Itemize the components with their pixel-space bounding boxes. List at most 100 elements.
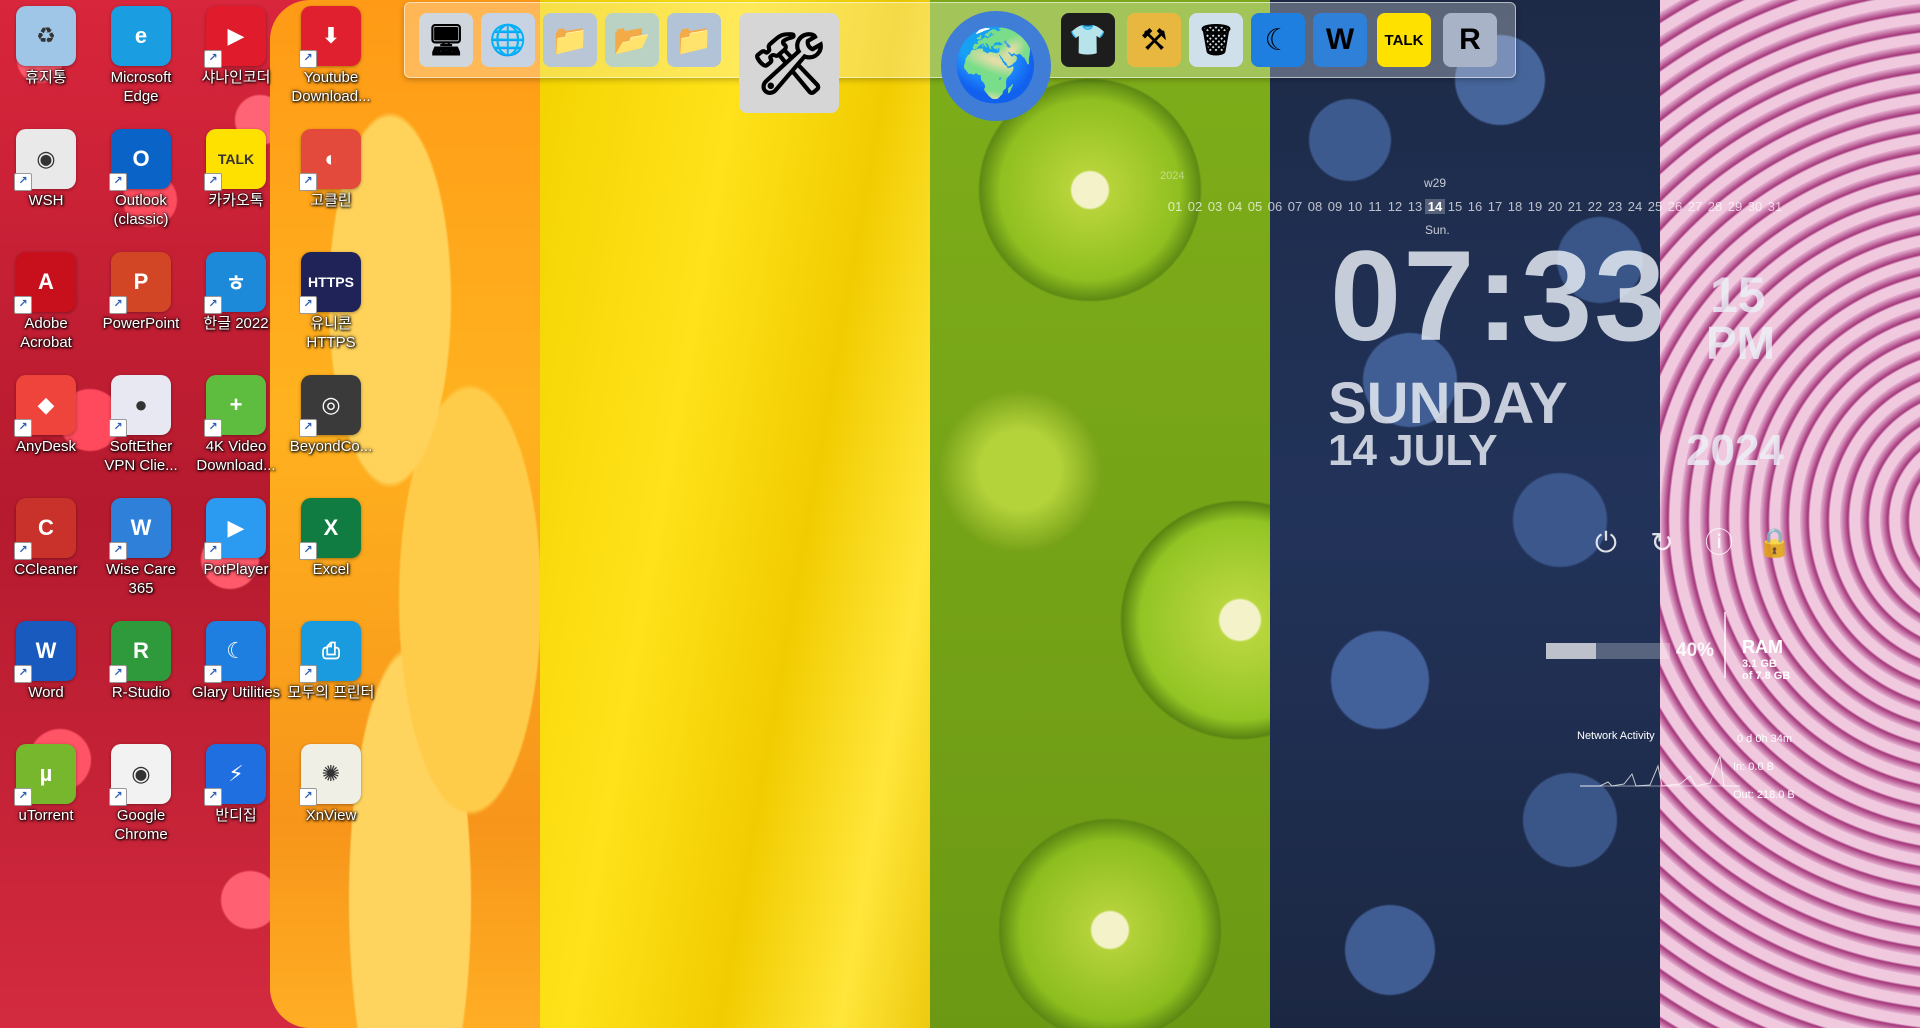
calendar-day: 14: [1425, 199, 1445, 214]
potplayer-icon: ▶ ↗: [204, 498, 266, 560]
chrome-icon: ◉ ↗: [109, 744, 171, 806]
calendar-day: 24: [1627, 199, 1643, 214]
unicorn-https-icon: HTTPS ↗: [299, 252, 361, 314]
calendar-day: 19: [1527, 199, 1543, 214]
desktop-icon[interactable]: ♻ 휴지통: [0, 0, 92, 87]
calendar-day: 11: [1368, 199, 1382, 214]
shortcut-arrow-icon: ↗: [109, 788, 127, 806]
desktop-icon[interactable]: P ↗ PowerPoint: [95, 246, 187, 333]
desktop-icon[interactable]: C ↗ CCleaner: [0, 492, 92, 579]
wallpaper-onion: [1660, 0, 1920, 1028]
desktop-icon[interactable]: W ↗ Word: [0, 615, 92, 702]
shortcut-arrow-icon: ↗: [299, 419, 317, 437]
desktop-icon-label: SoftEther VPN Clie...: [104, 438, 178, 474]
desktop-icon[interactable]: µ ↗ uTorrent: [0, 738, 92, 825]
desktop-icon-label: 유니콘 HTTPS: [306, 315, 356, 351]
desktop-icon[interactable]: R ↗ R-Studio: [95, 615, 187, 702]
lock-icon[interactable]: 🔒: [1757, 526, 1792, 560]
desktop-icon[interactable]: ☾ ↗ Glary Utilities: [190, 615, 282, 702]
desktop-icon[interactable]: ✺ ↗ XnView: [285, 738, 377, 825]
desktop-icon[interactable]: ◉ ↗ Google Chrome: [95, 738, 187, 844]
desktop-icon[interactable]: + ↗ 4K Video Download...: [190, 369, 282, 475]
desktop-icon-label: WSH: [28, 192, 64, 209]
wallpaper-yellow-fruit: [540, 0, 960, 1028]
desktop-icon[interactable]: ◐ ↗ 고클린: [285, 123, 377, 210]
restart-icon[interactable]: ↻: [1645, 526, 1679, 560]
glary-utilities-icon: ☾ ↗: [204, 621, 266, 683]
desktop-icon-label: Youtube Download...: [291, 69, 371, 105]
ram-usage-fill: [1546, 643, 1596, 659]
desktop-icon[interactable]: ◉ ↗ WSH: [0, 123, 92, 210]
desktop-icon[interactable]: X ↗ Excel: [285, 492, 377, 579]
calendar-year: 2024: [1160, 170, 1185, 182]
glary-utilities-icon[interactable]: ☾: [1251, 13, 1305, 67]
desktop-icon-label: 모두의 프린터: [287, 684, 375, 701]
desktop-icon[interactable]: ⚡ ↗ 반디집: [190, 738, 282, 825]
kakaotalk-icon[interactable]: TALK: [1377, 13, 1431, 67]
shortcut-arrow-icon: ↗: [14, 788, 32, 806]
desktop-icon[interactable]: W ↗ Wise Care 365: [95, 492, 187, 598]
desktop-icon[interactable]: ▶ ↗ 샤나인코더: [190, 0, 282, 87]
folder-icon[interactable]: 📁: [543, 13, 597, 67]
desktop-icon[interactable]: ▶ ↗ PotPlayer: [190, 492, 282, 579]
shortcut-arrow-icon: ↗: [204, 50, 222, 68]
word-icon: W ↗: [14, 621, 76, 683]
modu-printer-icon: ⎙ ↗: [299, 621, 361, 683]
internet-globe-icon[interactable]: 🌍: [941, 11, 1051, 121]
ram-percent: 40%: [1676, 640, 1715, 661]
hammer-tool-icon[interactable]: ⚒: [1127, 13, 1181, 67]
desktop-icon[interactable]: ◆ ↗ AnyDesk: [0, 369, 92, 456]
desktop-icon[interactable]: ● ↗ SoftEther VPN Clie...: [95, 369, 187, 475]
shortcut-arrow-icon: ↗: [299, 173, 317, 191]
r-studio-icon[interactable]: R: [1443, 13, 1497, 67]
blue-folder-icon[interactable]: 📁: [667, 13, 721, 67]
network-in: In: 0.0 B: [1733, 761, 1774, 773]
calendar-day: 23: [1607, 199, 1623, 214]
green-folder-icon[interactable]: 📂: [605, 13, 659, 67]
shortcut-arrow-icon: ↗: [14, 542, 32, 560]
system-tools-icon[interactable]: 🛠: [739, 13, 839, 113]
calendar-day: 01: [1167, 199, 1183, 214]
calendar-day: 26: [1667, 199, 1683, 214]
ram-label: RAM: [1742, 637, 1783, 657]
desktop-icon[interactable]: ⬇ ↗ Youtube Download...: [285, 0, 377, 106]
calendar-day: 29: [1727, 199, 1743, 214]
shortcut-arrow-icon: ↗: [299, 542, 317, 560]
calendar-day: 12: [1387, 199, 1403, 214]
calendar-day: 08: [1307, 199, 1323, 214]
network-out: Out: 218.0 B: [1733, 789, 1795, 801]
network-globe-icon[interactable]: 🌐: [481, 13, 535, 67]
desktop-icon[interactable]: ◎ ↗ BeyondCo...: [285, 369, 377, 456]
power-icon[interactable]: ⏻: [1589, 526, 1623, 560]
tshirt-icon[interactable]: 👕: [1061, 13, 1115, 67]
desktop-icon[interactable]: TALK ↗ 카카오톡: [190, 123, 282, 210]
softether-vpn-icon: ● ↗: [109, 375, 171, 437]
shortcut-arrow-icon: ↗: [109, 419, 127, 437]
desktop-icon[interactable]: ⎙ ↗ 모두의 프린터: [285, 615, 377, 702]
calendar-day: 13: [1407, 199, 1423, 214]
shutdown-icon[interactable]: ⓘ: [1702, 526, 1736, 560]
system-uptime: 0 d 0h 34m: [1737, 733, 1793, 745]
calendar-day: 05: [1247, 199, 1263, 214]
calendar-day: 22: [1587, 199, 1603, 214]
calendar-week-number: w29: [1424, 176, 1447, 190]
calendar-day-strip: 01 02 03 04 05 06 07 08 09 10 11 12 13 14 15 16 17 18 19 20…: [1165, 199, 1785, 214]
desktop-icon[interactable]: ㅎ ↗ 한글 2022: [190, 246, 282, 333]
computer-icon[interactable]: 🖥: [419, 13, 473, 67]
shana-encoder-icon: ▶ ↗: [204, 6, 266, 68]
desktop-icon-label: Excel: [312, 561, 350, 578]
wise-care-icon[interactable]: W: [1313, 13, 1367, 67]
desktop-icon[interactable]: HTTPS ↗ 유니콘 HTTPS: [285, 246, 377, 352]
xnview-icon: ✺ ↗: [299, 744, 361, 806]
calendar-day: 18: [1507, 199, 1523, 214]
desktop-icon-label: PotPlayer: [203, 561, 269, 578]
powerpoint-icon: P ↗: [109, 252, 171, 314]
shortcut-arrow-icon: ↗: [299, 50, 317, 68]
desktop-icon[interactable]: O ↗ Outlook (classic): [95, 123, 187, 229]
utorrent-icon: µ ↗: [14, 744, 76, 806]
recycle-bin-icon[interactable]: 🗑: [1189, 13, 1243, 67]
goclean-icon: ◐ ↗: [299, 129, 361, 191]
calendar-day: 07: [1287, 199, 1303, 214]
desktop-icon[interactable]: e Microsoft Edge: [95, 0, 187, 106]
desktop-icon[interactable]: A ↗ Adobe Acrobat: [0, 246, 92, 352]
